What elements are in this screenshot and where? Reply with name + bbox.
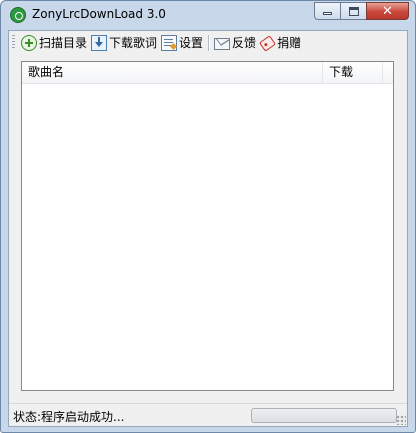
- download-arrow-icon: [91, 34, 108, 51]
- toolbar-grip-icon[interactable]: [12, 35, 15, 50]
- progress-bar: [251, 408, 397, 423]
- list-body[interactable]: [22, 84, 393, 390]
- settings-label: 设置: [179, 36, 204, 50]
- toolbar-separator: [208, 34, 210, 51]
- envelope-icon: [214, 37, 231, 50]
- window-title: ZonyLrcDownLoad 3.0: [32, 7, 166, 21]
- caption-buttons: ✕: [314, 2, 409, 20]
- scan-directory-button[interactable]: 扫描目录: [19, 33, 89, 53]
- title-bar[interactable]: ZonyLrcDownLoad 3.0 ✕: [1, 1, 415, 30]
- minimize-button[interactable]: [314, 2, 340, 20]
- scan-directory-label: 扫描目录: [39, 36, 88, 50]
- feedback-button[interactable]: 反馈: [212, 33, 258, 53]
- close-button[interactable]: ✕: [366, 2, 409, 20]
- donate-button[interactable]: 捐赠: [258, 33, 303, 53]
- download-lyrics-button[interactable]: 下载歌词: [89, 33, 159, 53]
- status-text: 状态:程序启动成功...: [13, 410, 125, 424]
- status-bar: 状态:程序启动成功...: [9, 403, 407, 426]
- close-icon: ✕: [382, 4, 393, 19]
- document-settings-icon: [161, 34, 178, 51]
- column-header-song-name[interactable]: 歌曲名: [22, 62, 323, 84]
- client-area: 扫描目录 下载歌词 设置 反馈 捐赠 歌曲名 下载 状态:程序启动成功...: [8, 30, 408, 427]
- donate-label: 捐赠: [277, 36, 302, 50]
- plus-circle-icon: [21, 34, 37, 51]
- settings-button[interactable]: 设置: [159, 33, 205, 53]
- list-header: 歌曲名 下载: [22, 62, 393, 84]
- download-lyrics-label: 下载歌词: [109, 36, 158, 50]
- app-icon[interactable]: [10, 7, 26, 23]
- toolbar: 扫描目录 下载歌词 设置 反馈 捐赠: [9, 31, 407, 54]
- maximize-icon: [349, 7, 359, 16]
- column-header-download[interactable]: 下载: [323, 62, 383, 84]
- feedback-label: 反馈: [232, 36, 257, 50]
- maximize-button[interactable]: [340, 2, 366, 20]
- minimize-icon: [323, 12, 332, 15]
- app-window: ZonyLrcDownLoad 3.0 ✕ 扫描目录 下载歌词 设置 反馈 捐赠…: [0, 0, 416, 433]
- resize-grip-icon[interactable]: [396, 415, 406, 425]
- tag-icon: [259, 35, 277, 52]
- song-list[interactable]: 歌曲名 下载: [21, 61, 394, 391]
